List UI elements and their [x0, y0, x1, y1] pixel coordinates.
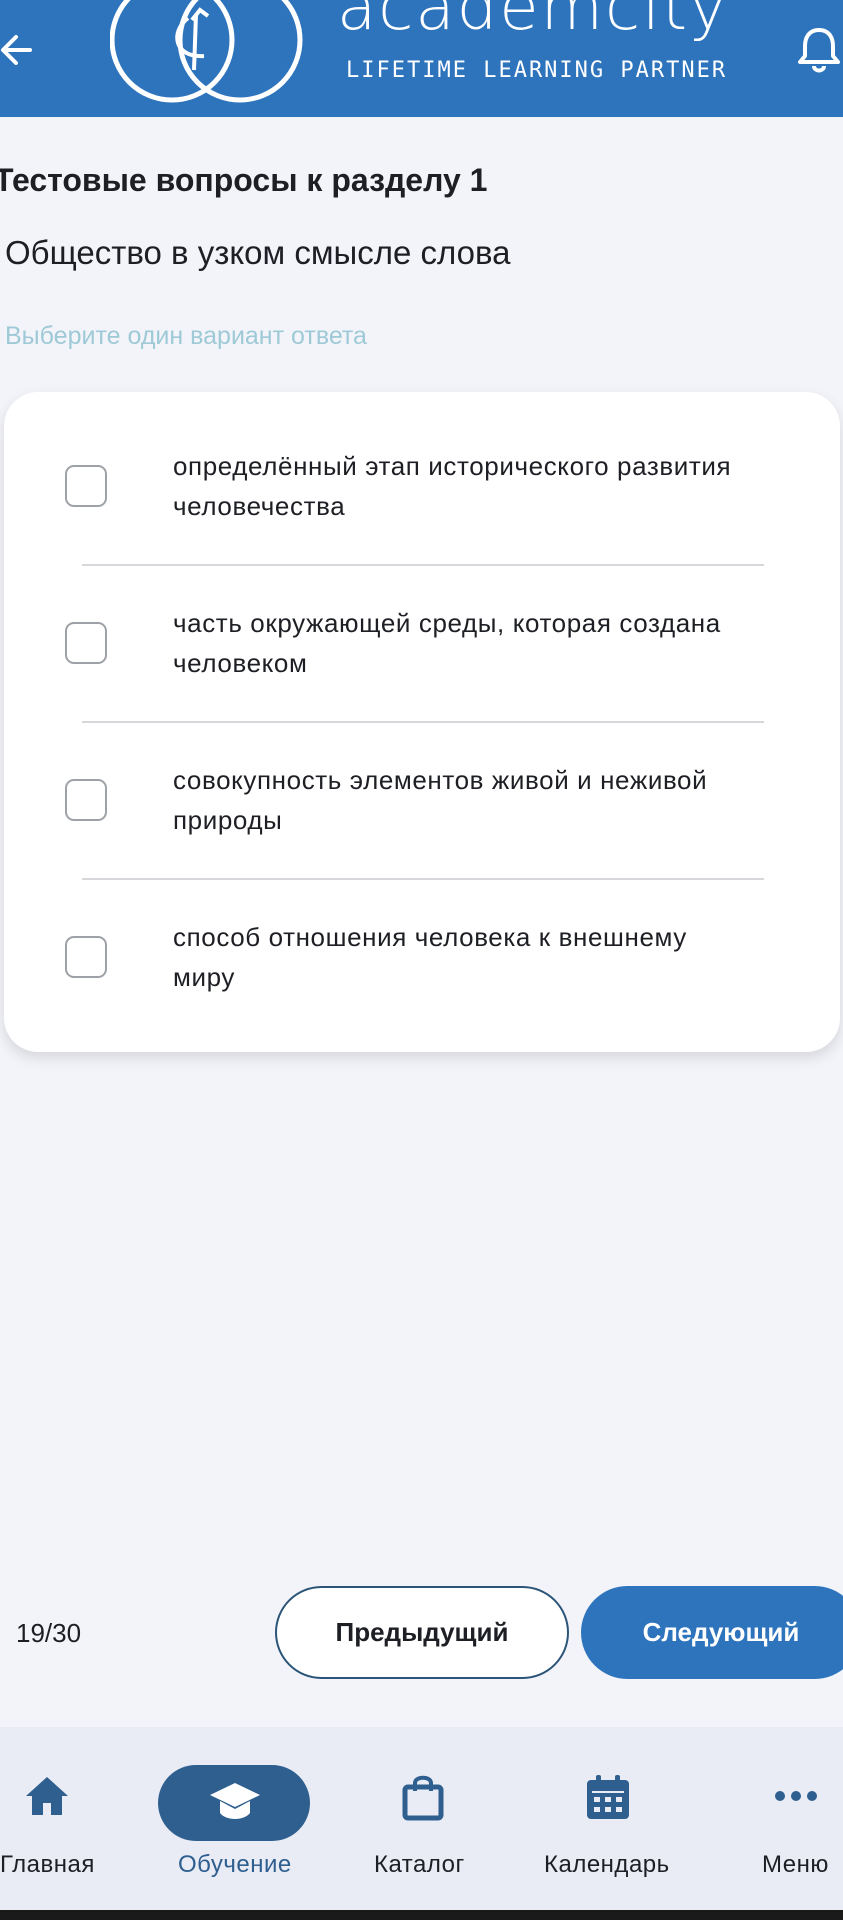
tab-label: Календарь: [544, 1851, 670, 1878]
tab-menu[interactable]: Меню: [750, 1727, 843, 1897]
back-button[interactable]: [0, 22, 40, 78]
answer-text-line: способ отношения человека к внешнему: [173, 922, 687, 952]
app-header: academcity LIFETIME LEARNING PARTNER: [0, 0, 843, 117]
graduation-cap-icon: [210, 1783, 260, 1819]
tab-learning[interactable]: Обучение: [158, 1727, 310, 1897]
answer-hint: Выберите один вариант ответа: [5, 322, 367, 350]
bottom-tab-bar: Главная Обучение Каталог Календарь Меню: [0, 1727, 843, 1920]
answer-text-line: миру: [173, 962, 235, 992]
answer-checkbox[interactable]: [65, 465, 107, 507]
answer-option-1[interactable]: определённый этап исторического развития…: [4, 392, 840, 549]
answer-options-card: определённый этап исторического развития…: [4, 392, 840, 1052]
tab-home[interactable]: Главная: [0, 1727, 100, 1897]
section-title: Тестовые вопросы к разделу 1: [0, 162, 488, 198]
notifications-button[interactable]: [796, 26, 843, 76]
home-icon: [26, 1777, 68, 1815]
tab-label: Обучение: [178, 1851, 292, 1878]
question-text: Общество в узком смысле слова: [5, 234, 511, 271]
answer-text: способ отношения человека к внешнему мир…: [173, 917, 813, 997]
answer-text-line: часть окружающей среды, которая создана: [173, 608, 721, 638]
answer-text: совокупность элементов живой и неживой п…: [173, 760, 813, 840]
answer-option-4[interactable]: способ отношения человека к внешнему мир…: [4, 863, 840, 1020]
tab-catalog[interactable]: Каталог: [368, 1727, 488, 1897]
bell-icon: [798, 28, 840, 73]
brand-tagline: LIFETIME LEARNING PARTNER: [346, 58, 728, 83]
shopping-bag-icon: [402, 1775, 444, 1821]
next-button[interactable]: Следующий: [581, 1586, 843, 1679]
system-gesture-bar: [0, 1910, 843, 1920]
test-question-screen: academcity LIFETIME LEARNING PARTNER Тес…: [0, 0, 843, 1920]
answer-text-line: человеком: [173, 648, 308, 678]
answer-text-line: совокупность элементов живой и неживой: [173, 765, 708, 795]
brand-name: academcity: [337, 0, 729, 45]
answer-checkbox[interactable]: [65, 936, 107, 978]
answer-text-line: человечества: [173, 491, 346, 521]
previous-button[interactable]: Предыдущий: [275, 1586, 569, 1679]
tab-label: Меню: [762, 1851, 829, 1878]
answer-text-line: природы: [173, 805, 283, 835]
answer-option-3[interactable]: совокупность элементов живой и неживой п…: [4, 706, 840, 863]
answer-text: определённый этап исторического развития…: [173, 446, 813, 526]
answer-option-2[interactable]: часть окружающей среды, которая создана …: [4, 549, 840, 706]
arrow-left-icon: [1, 35, 32, 65]
tab-label: Главная: [0, 1851, 95, 1878]
question-counter: 19/30: [16, 1618, 82, 1648]
academcity-logo-icon: [110, 0, 303, 103]
tab-label: Каталог: [374, 1851, 465, 1878]
answer-text-line: определённый этап исторического развития: [173, 451, 732, 481]
answer-checkbox[interactable]: [65, 779, 107, 821]
calendar-icon: [587, 1775, 629, 1819]
answer-text: часть окружающей среды, которая создана …: [173, 603, 813, 683]
tab-calendar[interactable]: Календарь: [540, 1727, 680, 1897]
answer-checkbox[interactable]: [65, 622, 107, 664]
more-dots-icon: [775, 1791, 817, 1801]
